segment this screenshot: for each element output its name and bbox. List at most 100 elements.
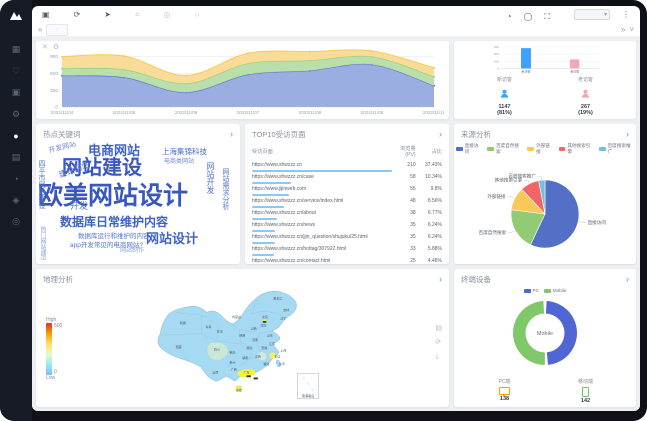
svg-text:2022/11/08: 2022/11/08 bbox=[299, 110, 322, 115]
page-url: https://www.shwzzz.cn/case bbox=[252, 174, 392, 180]
dot-icon[interactable]: ● bbox=[8, 128, 24, 144]
heart-icon[interactable]: ♡ bbox=[8, 63, 24, 79]
clock-icon[interactable]: ◔ bbox=[8, 171, 24, 187]
svg-text:外部链接: 外部链接 bbox=[487, 193, 506, 200]
sources-pie-chart[interactable]: 直接访问百度自然搜索外部链接其他搜索引擎百度搜索推广 bbox=[454, 156, 636, 264]
fullscreen-icon[interactable]: ⛶ bbox=[544, 12, 550, 21]
keyword[interactable]: 开发网站 bbox=[48, 142, 77, 155]
target-icon[interactable]: ◎ bbox=[163, 11, 170, 19]
download-icon[interactable]: ⤓ bbox=[435, 353, 442, 360]
panel-more-icon[interactable]: › bbox=[626, 275, 629, 284]
gear-icon[interactable]: ⚙ bbox=[8, 106, 24, 122]
legend-item[interactable]: 直接访问 bbox=[456, 143, 482, 155]
svg-text:400: 400 bbox=[494, 52, 499, 56]
keyword[interactable]: 电商类网站 bbox=[164, 159, 194, 165]
legend-item[interactable]: 百度搜索推广 bbox=[599, 143, 634, 155]
legend-item[interactable]: PC bbox=[524, 288, 539, 293]
svg-text:600: 600 bbox=[494, 45, 499, 49]
dashboard-tab[interactable]: ◌ bbox=[46, 24, 68, 36]
svg-text:300: 300 bbox=[50, 88, 58, 94]
keyword[interactable]: 网站设计 bbox=[146, 232, 198, 245]
panel-more-icon[interactable]: › bbox=[230, 130, 233, 139]
keyword[interactable]: 网站制作 bbox=[120, 248, 144, 254]
keywords-panel: 热点关键词 › 电商网站上海集锦科技电商类网站网站建设欧美网站设计数据库日常维护… bbox=[36, 124, 240, 264]
keyword[interactable]: 欧美网站设计 bbox=[38, 184, 188, 209]
legend-item[interactable]: 其他搜索引擎 bbox=[559, 143, 594, 155]
panel-more-icon[interactable]: › bbox=[626, 130, 629, 139]
top-pages-panel: TOP10受访页面 › 受访页面浏览量(PV)占比 https://www.sh… bbox=[245, 124, 449, 264]
table-row[interactable]: https://www.shwzzz.cn/contact.html254.46… bbox=[252, 257, 442, 264]
gear-icon[interactable]: ⚙ bbox=[53, 44, 59, 51]
app-window: ▦ ♡ ▣ ⚙ ● ▤ ◔ ◈ ◎ ▣ ⟳ ➤ ⌗ ◎ ○ ◔ ◯ ⛶ ▾ ⋮ « ◌ » ˅ ✕ bbox=[0, 0, 647, 421]
svg-text:900: 900 bbox=[50, 54, 58, 60]
legend-item[interactable]: 外部链接 bbox=[527, 143, 553, 155]
dashboard-grid: ✕ ⚙ 03006009002022/11/042022/11/052022/1… bbox=[32, 37, 640, 411]
keyword[interactable]: 四平市网站建设 bbox=[38, 160, 45, 209]
keyword[interactable]: 电商网站 bbox=[88, 144, 140, 157]
keyword[interactable]: 网站开发 bbox=[206, 162, 214, 194]
keyword[interactable]: 数据库日常维护内容 bbox=[60, 216, 168, 228]
devices-donut-chart[interactable]: Mobile bbox=[454, 294, 636, 372]
table-row[interactable]: https://www.shwzzz.cn/case5810.34% bbox=[252, 173, 442, 185]
table-row[interactable]: https://www.jijinweb.com559.8% bbox=[252, 185, 442, 197]
svg-text:甘肃: 甘肃 bbox=[216, 328, 222, 333]
display-dropdown[interactable]: ▾ bbox=[574, 9, 610, 20]
keyword[interactable]: 热门网站建设 bbox=[39, 226, 45, 260]
stat-PC端: PC端138 bbox=[464, 378, 545, 404]
svg-text:贵州: 贵州 bbox=[229, 359, 235, 364]
keyword-wordcloud[interactable]: 电商网站上海集锦科技电商类网站网站建设欧美网站设计数据库日常维护内容网站设计数据… bbox=[36, 142, 240, 260]
svg-text:老访客: 老访客 bbox=[570, 68, 579, 73]
keyword[interactable]: 上海集锦科技 bbox=[162, 148, 207, 156]
diamond-icon[interactable]: ◈ bbox=[8, 192, 24, 208]
svg-text:2022/11/04: 2022/11/04 bbox=[51, 110, 74, 115]
sources-legend: 直接访问百度自然搜索外部链接其他搜索引擎百度搜索推广 bbox=[454, 142, 636, 156]
code-icon[interactable]: ⌗ bbox=[135, 11, 140, 19]
china-map[interactable]: 南海诸岛 新疆西藏青海内蒙古甘肃黑龙江吉林辽宁北京河北山西山东河南陕西江苏安徽上… bbox=[39, 287, 447, 403]
svg-text:吉林: 吉林 bbox=[283, 307, 289, 312]
table-view-icon[interactable]: ▤ bbox=[435, 325, 442, 332]
table-row[interactable]: https://www.shwzzz.cn/service/index.html… bbox=[252, 197, 442, 209]
layers-icon[interactable]: ▤ bbox=[8, 149, 24, 165]
help-icon[interactable]: ◔ bbox=[507, 12, 512, 21]
image-icon[interactable]: ▣ bbox=[8, 85, 24, 101]
keyword[interactable]: 数据库运行和维护的内容 bbox=[78, 234, 150, 241]
legend-item[interactable]: 百度自然搜索 bbox=[487, 143, 522, 155]
panel-more-icon[interactable]: › bbox=[439, 130, 442, 139]
legend-item[interactable]: Mobile bbox=[544, 288, 567, 293]
svg-text:台湾: 台湾 bbox=[278, 361, 284, 366]
refresh-icon[interactable]: ⟳ bbox=[435, 339, 442, 346]
table-row[interactable]: https://www.shwzzz.cn/hottag/307922.html… bbox=[252, 245, 442, 257]
target-icon[interactable]: ◎ bbox=[8, 214, 24, 230]
theme-icon[interactable]: ◯ bbox=[523, 12, 532, 21]
devices-panel: 终端设备 › PCMobile Mobile PC端138移动端142 bbox=[454, 269, 636, 407]
table-row[interactable]: https://www.shwzzz.cn21037.43% bbox=[252, 161, 442, 173]
svg-text:南海诸岛: 南海诸岛 bbox=[301, 393, 313, 398]
share-icon[interactable]: ➤ bbox=[104, 11, 111, 19]
refresh-icon[interactable]: ⟳ bbox=[74, 11, 81, 19]
keyword[interactable]: 网站需求分析 bbox=[222, 168, 229, 210]
circle-icon[interactable]: ○ bbox=[194, 11, 199, 19]
close-icon[interactable]: ✕ bbox=[42, 44, 48, 51]
collapse-right-icon[interactable]: » bbox=[621, 26, 625, 34]
svg-text:山西: 山西 bbox=[250, 325, 256, 330]
top-pages-table: 受访页面浏览量(PV)占比 https://www.shwzzz.cn21037… bbox=[252, 143, 442, 264]
page-url: https://www.shwzzz.cn bbox=[252, 162, 392, 168]
chevron-down-icon[interactable]: ˅ bbox=[629, 26, 634, 34]
panel-more-icon[interactable]: › bbox=[439, 275, 442, 284]
visitor-bar-chart[interactable]: 0200400600新访客老访客 bbox=[454, 43, 636, 75]
svg-text:百度自然搜索: 百度自然搜索 bbox=[479, 229, 507, 236]
table-row[interactable]: https://www.shwzzz.cn/about386.77% bbox=[252, 209, 442, 221]
kebab-menu-icon[interactable]: ⋮ bbox=[622, 11, 630, 19]
table-row[interactable]: https://www.shwzzz.cn/news356.24% bbox=[252, 221, 442, 233]
traffic-area-chart[interactable]: 03006009002022/11/042022/11/052022/11/06… bbox=[36, 41, 444, 119]
collapse-left-icon[interactable]: « bbox=[38, 26, 42, 34]
table-row[interactable]: https://www.shwzzz.cn/jjin_question/shuj… bbox=[252, 233, 442, 245]
svg-text:600: 600 bbox=[50, 71, 58, 77]
grid-icon[interactable]: ▦ bbox=[8, 42, 24, 58]
svg-text:新疆: 新疆 bbox=[179, 320, 185, 325]
svg-text:直接访问: 直接访问 bbox=[588, 219, 607, 226]
keyword[interactable]: 开发 bbox=[70, 202, 88, 211]
panel-title: 热点关键词 bbox=[43, 129, 81, 140]
apps-grid-icon[interactable]: ▣ bbox=[42, 11, 50, 19]
svg-text:山东: 山东 bbox=[266, 333, 272, 338]
